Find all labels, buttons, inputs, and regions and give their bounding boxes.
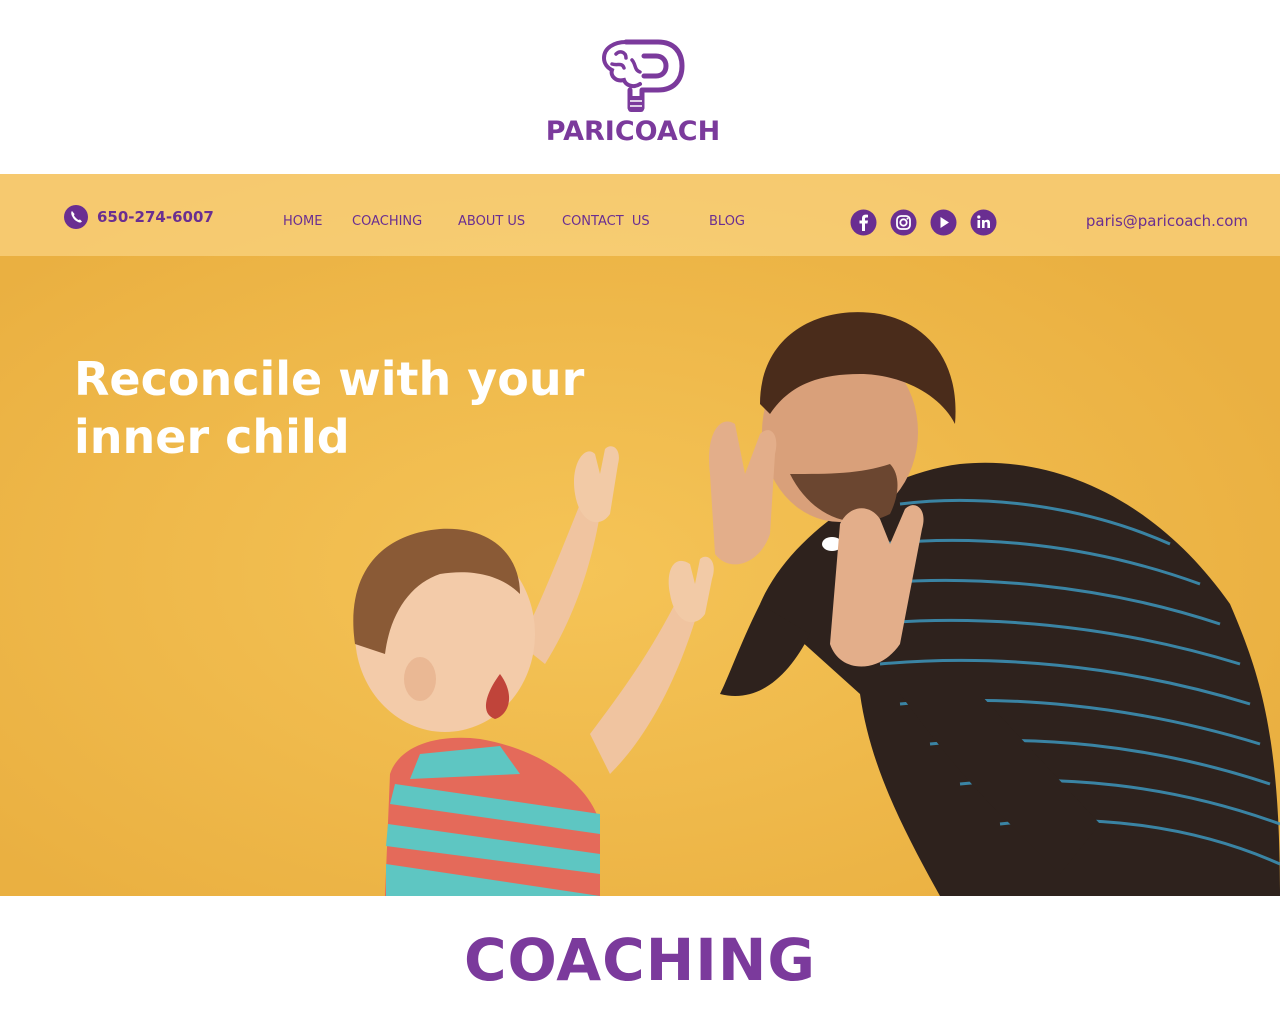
nav-blog[interactable]: BLOG [709,214,745,229]
instagram-icon[interactable] [890,209,917,236]
phone-icon [64,205,88,229]
logo-header: PARICOACH [0,0,1280,172]
hero-headline-line2: inner child [74,410,350,464]
phone-number: 650-274-6007 [97,208,214,226]
nav-about-us[interactable]: ABOUT US [458,214,525,229]
top-navbar: 650-274-6007 HOME COACHING ABOUT US CONT… [0,174,1280,256]
email-link[interactable]: paris@paricoach.com [1086,212,1248,230]
nav-coaching[interactable]: COACHING [352,214,422,229]
nav-home[interactable]: HOME [283,214,322,229]
hero-photo [0,174,1280,896]
hero-headline-line1: Reconcile with your [74,352,585,406]
brand-name: PARICOACH [545,116,721,147]
linkedin-icon[interactable] [970,209,997,236]
page: PARICOACH 650-274-6007 HOME COACHING ABO… [0,0,1280,1020]
youtube-icon[interactable] [930,209,957,236]
hero-banner: 650-274-6007 HOME COACHING ABOUT US CONT… [0,174,1280,896]
nav-contact-us[interactable]: CONTACT US [562,214,650,229]
hero-headline: Reconcile with your inner child [74,350,594,466]
section-title: COACHING [463,926,817,994]
phone-contact[interactable]: 650-274-6007 [64,204,214,230]
facebook-icon[interactable] [850,209,877,236]
brain-lightbulb-p-icon[interactable] [596,30,686,116]
